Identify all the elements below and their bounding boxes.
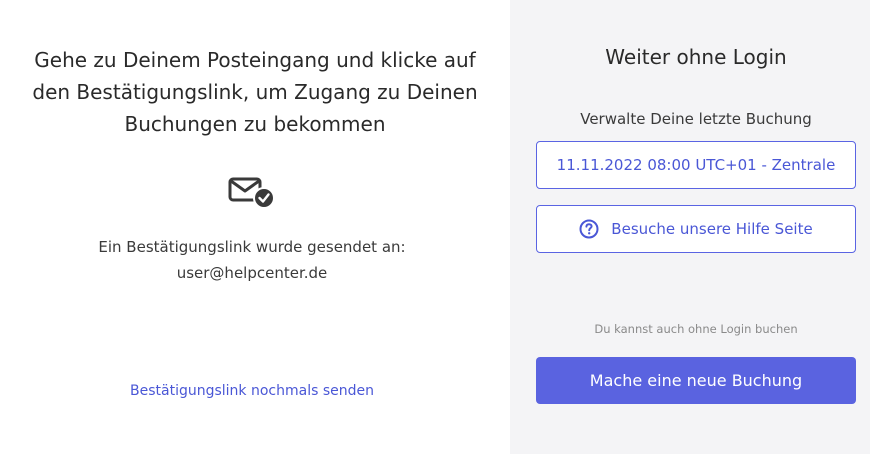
- confirmation-sent-message: Ein Bestätigungslink wurde gesendet an: …: [30, 234, 474, 286]
- last-booking-button[interactable]: 11.11.2022 08:00 UTC+01 - Zentrale: [536, 141, 856, 189]
- last-booking-label: 11.11.2022 08:00 UTC+01 - Zentrale: [556, 156, 836, 174]
- confirmation-title: Gehe zu Deinem Posteingang und klicke au…: [32, 48, 478, 136]
- login-confirmation-page: Gehe zu Deinem Posteingang und klicke au…: [0, 0, 870, 454]
- no-login-hint: Du kannst auch ohne Login buchen: [594, 322, 798, 336]
- question-circle-icon: [579, 219, 599, 239]
- new-booking-label: Mache eine neue Buchung: [589, 371, 803, 390]
- sent-to-label: Ein Bestätigungslink wurde gesendet an:: [98, 238, 406, 256]
- manage-booking-label: Verwalte Deine letzte Buchung: [580, 110, 812, 128]
- confirmation-panel: Gehe zu Deinem Posteingang und klicke au…: [0, 0, 510, 454]
- continue-without-login-panel: Weiter ohne Login Verwalte Deine letzte …: [510, 0, 870, 454]
- resend-confirmation-link[interactable]: Bestätigungslink nochmals senden: [60, 383, 444, 399]
- help-page-label: Besuche unsere Hilfe Seite: [611, 220, 813, 238]
- new-booking-button[interactable]: Mache eine neue Buchung: [536, 357, 856, 404]
- envelope-check-icon: [228, 176, 276, 209]
- continue-title: Weiter ohne Login: [605, 45, 787, 69]
- help-page-button[interactable]: Besuche unsere Hilfe Seite: [536, 205, 856, 253]
- recipient-email: user@helpcenter.de: [176, 264, 328, 282]
